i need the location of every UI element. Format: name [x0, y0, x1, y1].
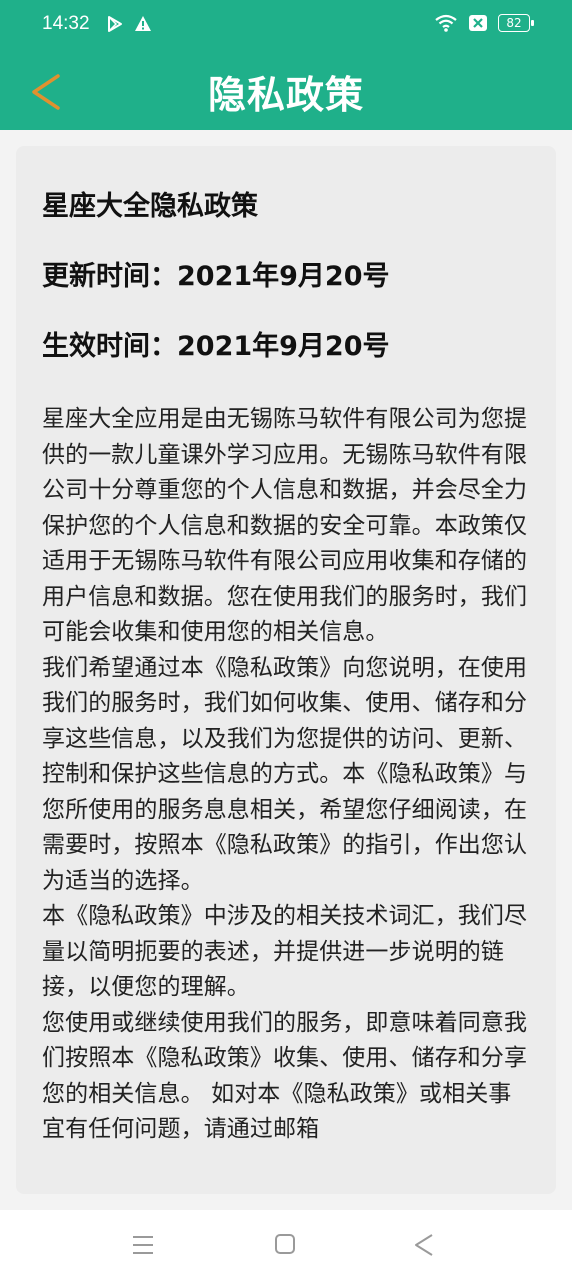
policy-paragraph: 我们希望通过本《隐私政策》向您说明，在使用我们的服务时，我们如何收集、使用、储存… [42, 654, 528, 894]
policy-title: 星座大全隐私政策 [42, 191, 258, 222]
sim-off-icon [469, 15, 487, 31]
policy-paragraph: 星座大全应用是由无锡陈马软件有限公司为您提供的一款儿童课外学习应用。无锡陈马软件… [42, 406, 528, 645]
play-store-icon [108, 16, 122, 32]
status-notification-icons [106, 15, 152, 33]
back-triangle-icon [415, 1234, 433, 1256]
warning-icon [135, 16, 151, 31]
battery-level: 82 [506, 16, 522, 30]
wifi-icon [435, 14, 457, 32]
home-button[interactable] [273, 1232, 299, 1258]
nav-back-button[interactable] [412, 1232, 438, 1258]
status-time: 14:32 [42, 13, 90, 34]
recent-apps-button[interactable] [130, 1232, 156, 1258]
header: 14:32 82 隐私政策 [0, 0, 572, 130]
battery-indicator: 82 [498, 14, 534, 32]
policy-paragraph: 您使用或继续使用我们的服务，即意味着同意我们按照本《隐私政策》收集、使用、储存和… [42, 1009, 528, 1143]
system-nav-bar [0, 1210, 572, 1280]
status-system-icons: 82 [434, 13, 534, 33]
policy-text-container: 星座大全隐私政策 更新时间：2021年9月20号 生效时间：2021年9月20号… [42, 190, 532, 1148]
menu-icon [133, 1236, 153, 1254]
policy-card[interactable]: 星座大全隐私政策 更新时间：2021年9月20号 生效时间：2021年9月20号… [16, 146, 556, 1194]
content-area[interactable]: 星座大全隐私政策 更新时间：2021年9月20号 生效时间：2021年9月20号… [0, 130, 572, 1210]
status-bar: 14:32 82 [0, 0, 572, 52]
page-title: 隐私政策 [207, 73, 364, 117]
policy-updated-date: 更新时间：2021年9月20号 [42, 261, 390, 292]
home-square-icon [275, 1234, 295, 1254]
policy-effective-date: 生效时间：2021年9月20号 [42, 331, 390, 362]
policy-paragraph: 本《隐私政策》中涉及的相关技术词汇，我们尽量以简明扼要的表述，并提供进一步说明的… [42, 903, 528, 1000]
